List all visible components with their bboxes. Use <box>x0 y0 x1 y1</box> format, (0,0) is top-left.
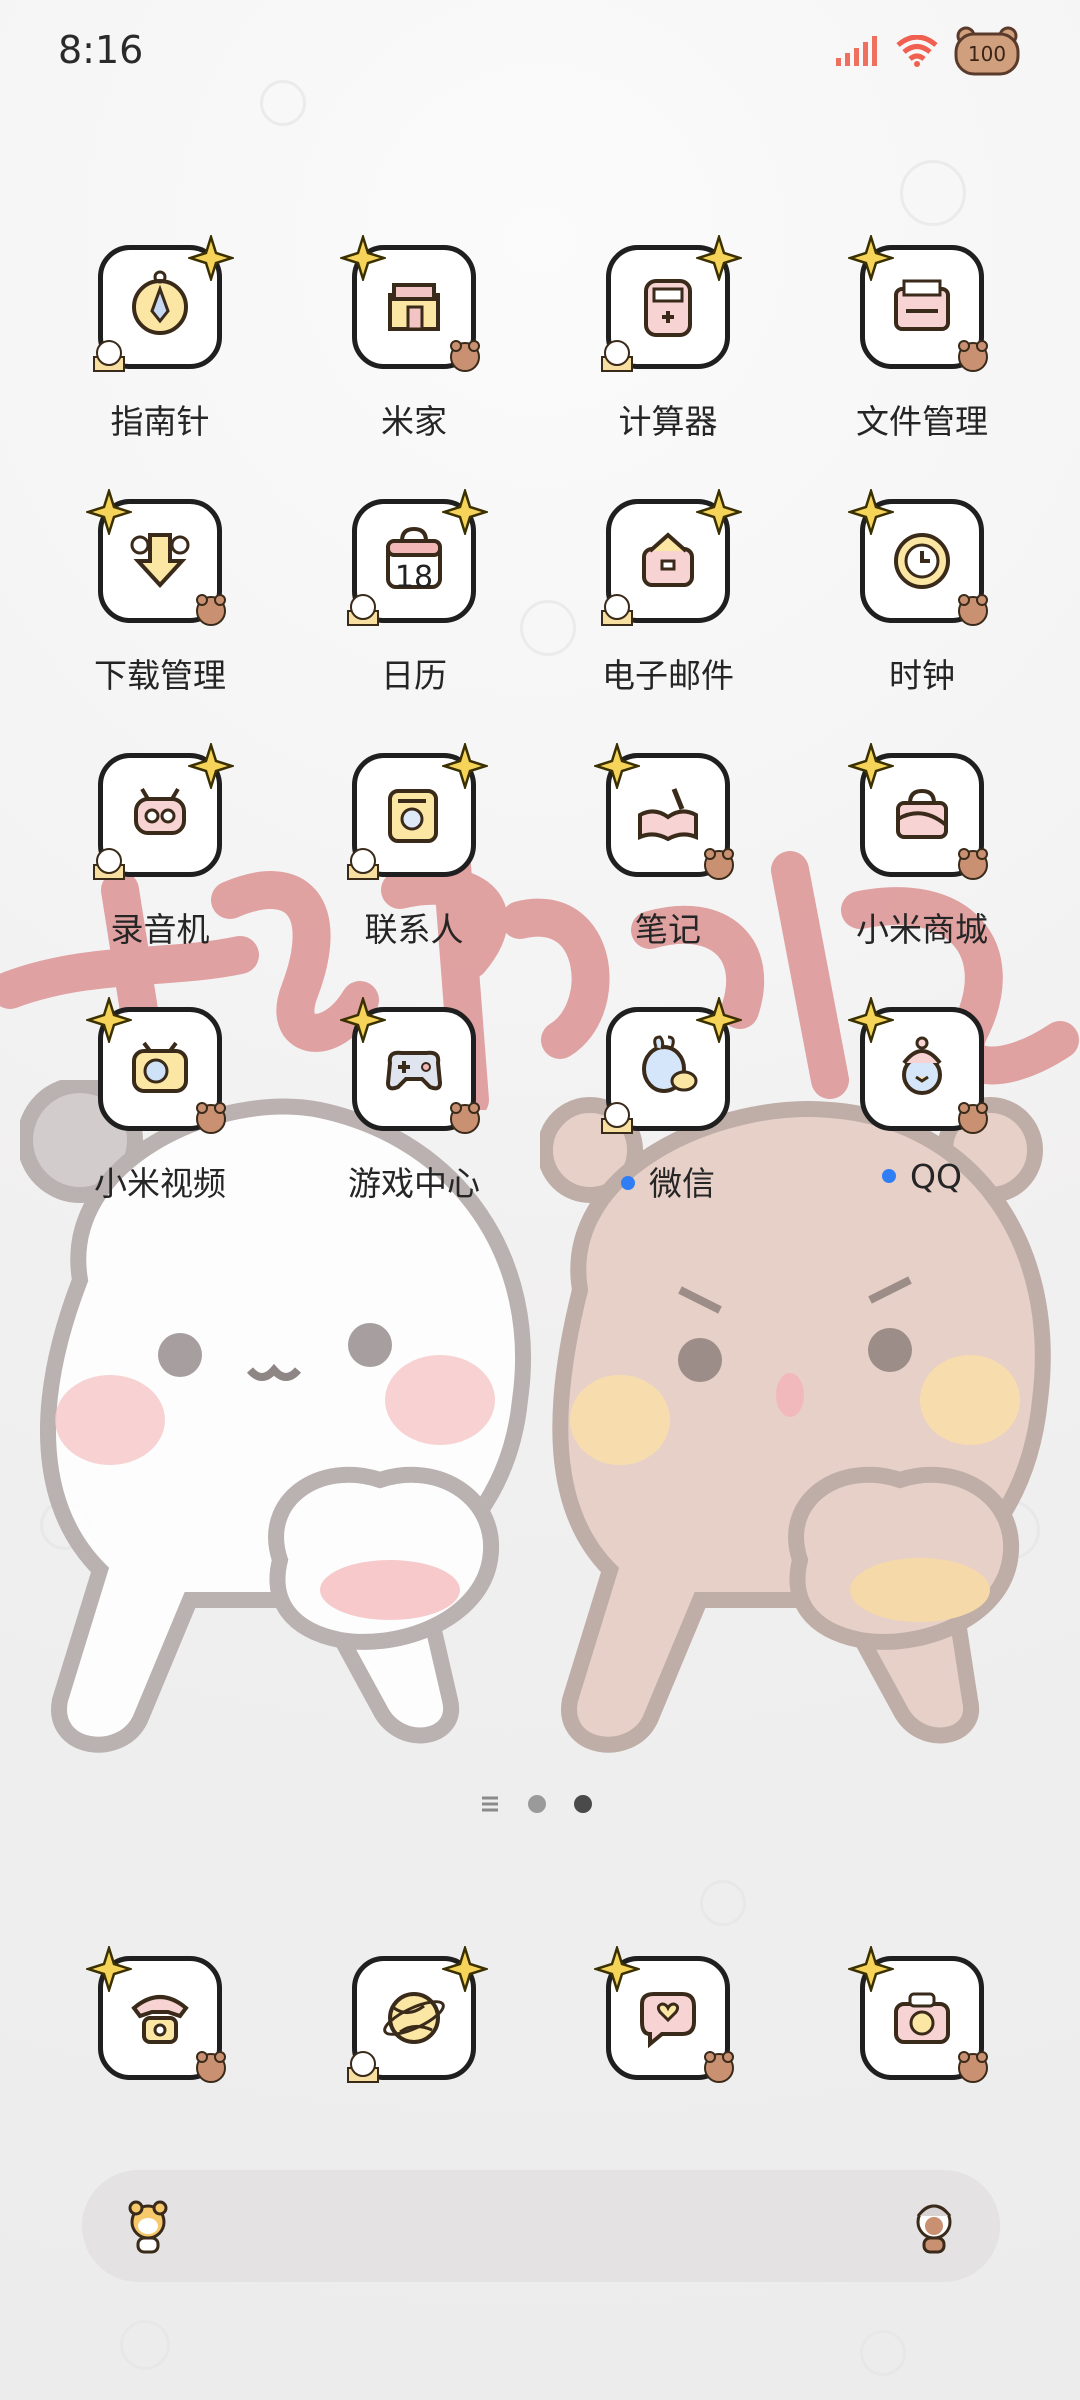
app-game-center[interactable]: 游戏中心 <box>294 997 534 1217</box>
app-label: 联系人 <box>364 910 464 949</box>
brown-bear-sticker-icon <box>196 1102 226 1134</box>
notification-dot <box>882 1168 897 1183</box>
white-bear-sticker-icon <box>93 848 125 880</box>
app-label: 录音机 <box>110 910 210 949</box>
white-bear-sticker-icon <box>601 1102 633 1134</box>
page-indicator[interactable] <box>480 1795 592 1813</box>
brown-bear-sticker-icon <box>958 2051 988 2083</box>
app-label-text: QQ <box>910 1157 962 1196</box>
sparkle-icon <box>696 235 742 281</box>
sparkle-icon <box>188 235 234 281</box>
brown-bear-sticker-icon <box>196 2051 226 2083</box>
app-label-text: 微信 <box>649 1164 715 1203</box>
sparkle-icon <box>442 743 488 789</box>
sparkle-icon <box>848 1946 894 1992</box>
sparkle-icon <box>340 997 386 1043</box>
tiger-avatar-icon[interactable] <box>118 2196 178 2256</box>
app-qq[interactable]: QQ <box>802 997 1042 1217</box>
brown-bear-sticker-icon <box>704 848 734 880</box>
white-bear-sticker-icon <box>601 594 633 626</box>
sparkle-icon <box>594 1946 640 1992</box>
app-mijia[interactable]: 米家 <box>294 235 534 455</box>
app-recorder[interactable]: 录音机 <box>40 743 280 963</box>
app-label: 文件管理 <box>856 402 988 441</box>
brown-bear-sticker-icon <box>958 1102 988 1134</box>
app-email[interactable]: 电子邮件 <box>548 489 788 709</box>
wifi-icon <box>896 35 938 67</box>
app-label: 笔记 <box>635 910 701 949</box>
app-mi-store[interactable]: 小米商城 <box>802 743 1042 963</box>
sparkle-icon <box>594 743 640 789</box>
sparkle-icon <box>696 489 742 535</box>
brown-bear-sticker-icon <box>196 594 226 626</box>
app-label: 日历 <box>381 656 447 695</box>
sparkle-icon <box>340 235 386 281</box>
page-dot-active <box>574 1795 592 1813</box>
sparkle-icon <box>848 743 894 789</box>
sparkle-icon <box>188 743 234 789</box>
status-bar: 8:16 100 <box>0 0 1080 110</box>
signal-icon <box>836 36 877 66</box>
status-time: 8:16 <box>58 28 144 72</box>
calendar-day: 18 <box>394 559 434 595</box>
menu-lines-icon <box>482 1796 498 1812</box>
app-label: 米家 <box>381 402 447 441</box>
app-mi-video[interactable]: 小米视频 <box>40 997 280 1217</box>
app-calendar[interactable]: 18 日历 <box>294 489 534 709</box>
dock-phone[interactable] <box>40 1946 280 2086</box>
sparkle-icon <box>848 489 894 535</box>
app-notes[interactable]: 笔记 <box>548 743 788 963</box>
sparkle-icon <box>696 997 742 1043</box>
app-label: 小米视频 <box>94 1164 226 1203</box>
app-label: 时钟 <box>889 656 955 695</box>
sparkle-icon <box>86 1946 132 1992</box>
app-label: 指南针 <box>110 402 210 441</box>
brown-bear-sticker-icon <box>958 848 988 880</box>
sparkle-icon <box>442 1946 488 1992</box>
white-bear-sticker-icon <box>347 2051 379 2083</box>
dock-camera[interactable] <box>802 1946 1042 2086</box>
white-bear-sticker-icon <box>601 340 633 372</box>
app-compass[interactable]: 指南针 <box>40 235 280 455</box>
sparkle-icon <box>848 997 894 1043</box>
app-clock[interactable]: 时钟 <box>802 489 1042 709</box>
app-file-manager[interactable]: 文件管理 <box>802 235 1042 455</box>
sparkle-icon <box>848 235 894 281</box>
white-bear-sticker-icon <box>347 848 379 880</box>
app-contacts[interactable]: 联系人 <box>294 743 534 963</box>
dock-messages[interactable] <box>548 1946 788 2086</box>
app-label: 计算器 <box>618 402 718 441</box>
sparkle-icon <box>86 489 132 535</box>
white-bear-sticker-icon <box>93 340 125 372</box>
brown-bear-sticker-icon <box>450 340 480 372</box>
app-downloads[interactable]: 下载管理 <box>40 489 280 709</box>
battery-level: 100 <box>967 42 1007 66</box>
brown-bear-sticker-icon <box>958 594 988 626</box>
page-dot <box>528 1795 546 1813</box>
battery-bear-icon: 100 <box>954 26 1020 76</box>
sparkle-icon <box>442 489 488 535</box>
app-label: 电子邮件 <box>602 656 734 695</box>
sparkle-icon <box>86 997 132 1043</box>
dock-browser[interactable] <box>294 1946 534 2086</box>
app-label: QQ <box>802 1157 1042 1196</box>
white-bear-sticker-icon <box>347 594 379 626</box>
app-label: 游戏中心 <box>348 1164 480 1203</box>
app-label: 微信 <box>548 1157 788 1205</box>
search-bar[interactable] <box>82 2170 1000 2282</box>
app-calculator[interactable]: 计算器 <box>548 235 788 455</box>
app-label: 小米商城 <box>856 910 988 949</box>
bear-avatar-icon[interactable] <box>904 2196 964 2256</box>
brown-bear-sticker-icon <box>704 2051 734 2083</box>
app-wechat[interactable]: 微信 <box>548 997 788 1217</box>
brown-bear-sticker-icon <box>450 1102 480 1134</box>
brown-bear-sticker-icon <box>958 340 988 372</box>
app-label: 下载管理 <box>94 656 226 695</box>
notification-dot <box>621 1175 635 1190</box>
